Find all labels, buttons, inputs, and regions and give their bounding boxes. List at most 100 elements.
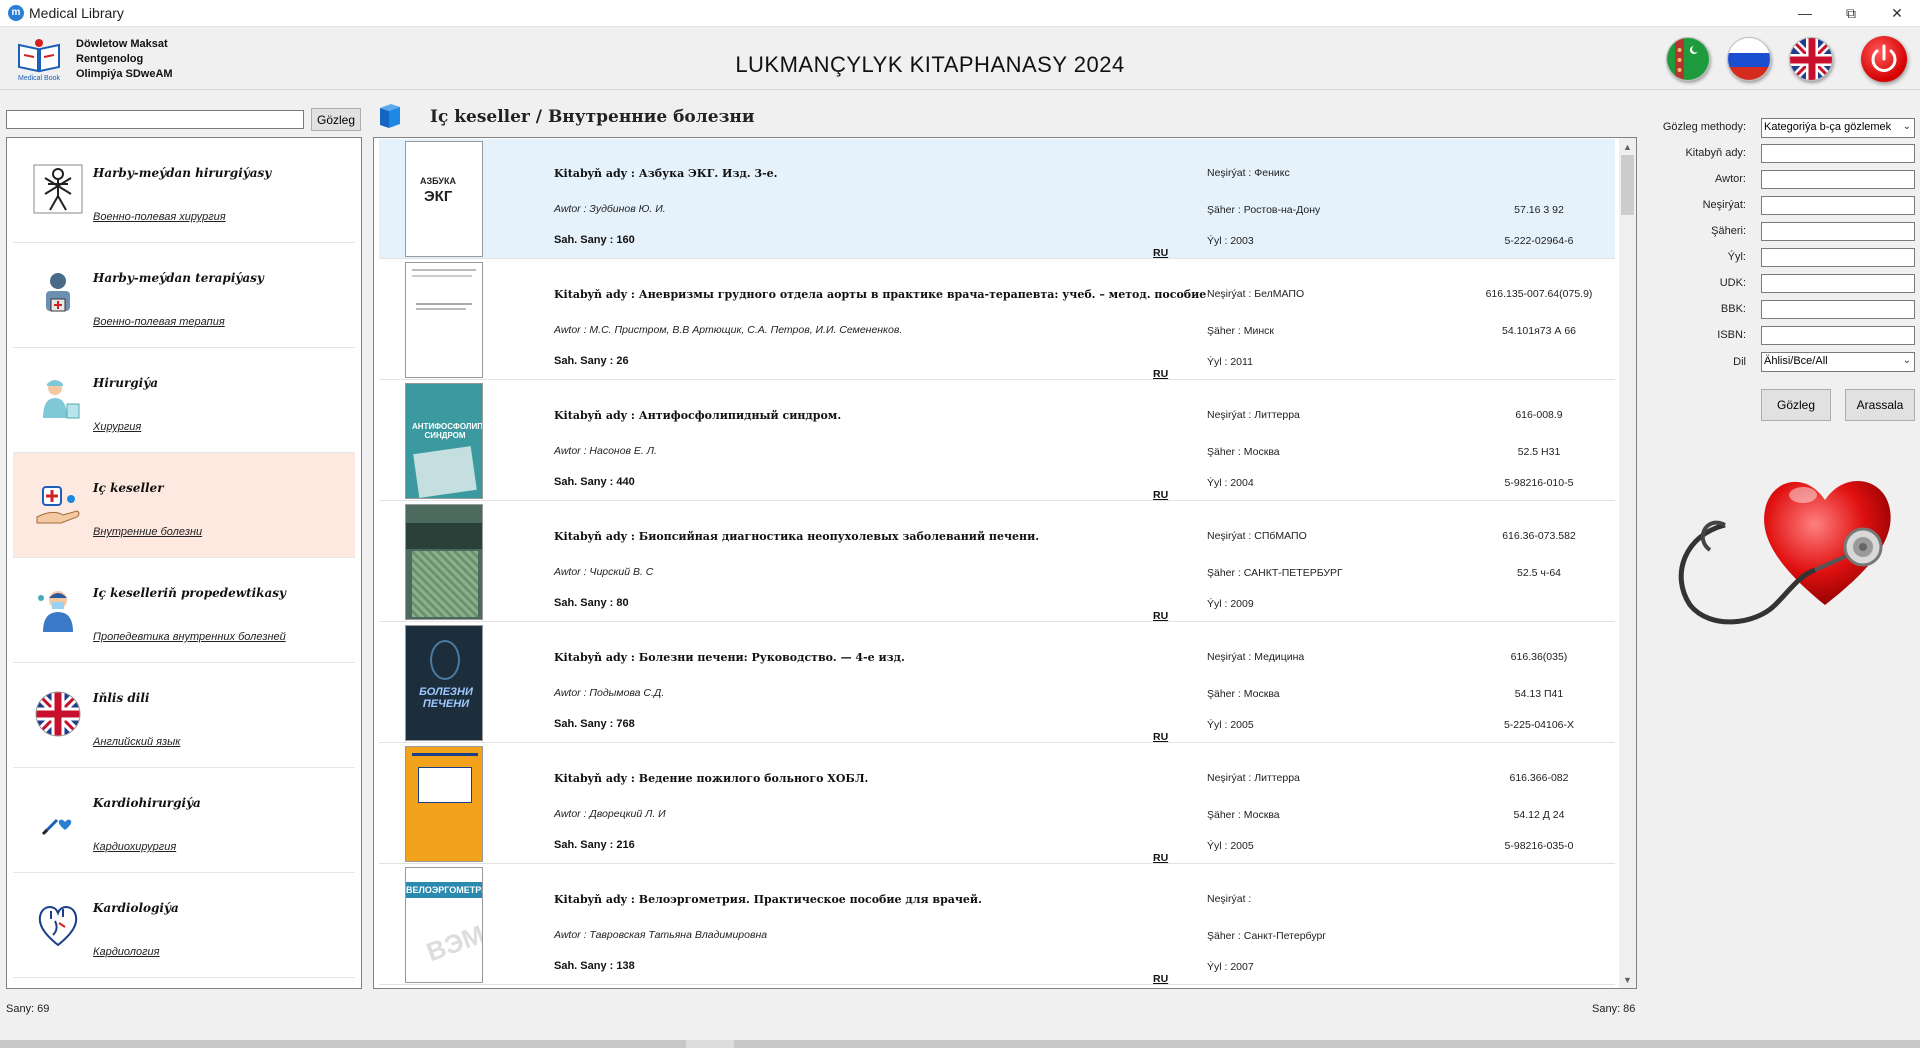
- publisher-label: Neşirýat:: [1702, 199, 1746, 211]
- power-button[interactable]: [1861, 36, 1907, 82]
- book-row[interactable]: БОЛЕЗНИ ПЕЧЕНИ Kitabyň ady : Болезни печен…: [379, 623, 1615, 743]
- russian-flag-button[interactable]: [1727, 37, 1771, 81]
- book-row[interactable]: Kitabyň ady : Ведение пожилого больного …: [379, 744, 1615, 864]
- book-language-link[interactable]: RU: [1153, 973, 1168, 985]
- category-subtitle-link[interactable]: Внутренние болезни: [93, 526, 202, 538]
- internal-medicine-icon: [33, 479, 83, 529]
- book-language-link[interactable]: RU: [1153, 731, 1168, 743]
- book-bbk: 52.5 ч-64: [1517, 567, 1561, 579]
- book-title: Kitabyň ady : Велоэргометрия. Практическ…: [554, 893, 982, 906]
- book-author: Awtor : Подымова С.Д.: [554, 687, 665, 699]
- category-subtitle-link[interactable]: Кардиология: [93, 946, 160, 958]
- book-udk: 616.135-007.64(075.9): [1485, 288, 1593, 300]
- book-count: Sany: 86: [1592, 1003, 1636, 1015]
- category-item[interactable]: Iňlis dili Английский язык: [13, 663, 355, 768]
- book-cover-image[interactable]: [405, 746, 483, 862]
- book-bbk: 52.5 Н31: [1517, 446, 1561, 458]
- category-subtitle-link[interactable]: Пропедевтика внутренних болезней: [93, 631, 286, 643]
- book-language-link[interactable]: RU: [1153, 368, 1168, 380]
- book-row[interactable]: Kitabyň ady : Аневризмы грудного отдела …: [379, 260, 1615, 380]
- isbn-input[interactable]: [1761, 326, 1915, 345]
- book-cover-image[interactable]: [405, 504, 483, 620]
- language-select[interactable]: Ählisi/Все/All ⌄: [1761, 352, 1915, 372]
- category-subtitle-link[interactable]: Военно-полевая терапия: [93, 316, 225, 328]
- app-title: LUKMANÇYLYK KITAPHANASY 2024: [735, 52, 1125, 77]
- book-publisher: Neşirýat : Феникс: [1207, 167, 1290, 179]
- book-cover-image[interactable]: ВЕЛОЭРГОМЕТРИЯВЭМ: [405, 867, 483, 983]
- minimize-button[interactable]: —: [1782, 0, 1828, 26]
- search-method-select[interactable]: Kategoriýa b-ça gözlemek ⌄: [1761, 118, 1915, 138]
- publisher-input[interactable]: [1761, 196, 1915, 215]
- category-subtitle-link[interactable]: Английский язык: [93, 736, 180, 748]
- book-author: Awtor : Тавровская Татьяна Владимировна: [554, 929, 768, 941]
- book-udk: 616.366-082: [1509, 772, 1569, 784]
- author-input[interactable]: [1761, 170, 1915, 189]
- category-subtitle-link[interactable]: Хирургия: [93, 421, 141, 433]
- book-city: Şäher : Ростов-на-Дону: [1207, 204, 1321, 216]
- language-label: Dil: [1733, 356, 1746, 368]
- book-bbk: 54.13 П41: [1514, 688, 1564, 700]
- book-publisher: Neşirýat : СПбМАПО: [1207, 530, 1307, 542]
- clear-button[interactable]: Arassala: [1845, 389, 1915, 421]
- book-pages: Sah. Sany : 216: [554, 839, 635, 851]
- scroll-down-button[interactable]: ▼: [1619, 971, 1636, 988]
- restore-button[interactable]: ⧉: [1828, 0, 1874, 26]
- category-item[interactable]: Iç keselleriň propedewtikasy Пропедевтика…: [13, 558, 355, 663]
- category-item[interactable]: Harby-meýdan terapiýasy Военно-полевая те…: [13, 243, 355, 348]
- category-title: Hirurgiýa: [93, 376, 158, 390]
- book-row[interactable]: Kitabyň ady : Биопсийная диагностика нео…: [379, 502, 1615, 622]
- book-cover-image[interactable]: АЗБУКА ЭКГ: [405, 141, 483, 257]
- book-list: АЗБУКА ЭКГ Kitabyň ady : Азбука ЭКГ. Изд. …: [373, 137, 1637, 989]
- book-row[interactable]: ВЕЛОЭРГОМЕТРИЯВЭМ Kitabyň ady : Велоэргом…: [379, 865, 1615, 985]
- window-title: Medical Library: [29, 5, 124, 21]
- category-item[interactable]: Kardiologiýa Кардиология: [13, 873, 355, 978]
- app-header: Medical Book Döwletow Maksat Rentgenolog…: [0, 26, 1920, 90]
- book-cover-image[interactable]: АНТИФОСФОЛИПИДНЫЙСИНДРОМ: [405, 383, 483, 499]
- book-list-scrollbar[interactable]: ▲ ▼: [1619, 138, 1636, 988]
- category-item[interactable]: Kardiohirurgiýa Кардиохирургия: [13, 768, 355, 873]
- book-author: Awtor : М.С. Пристром, В.В Артющик, С.А.…: [554, 324, 903, 336]
- book-city: Şäher : Москва: [1207, 809, 1280, 821]
- english-flag-button[interactable]: [1789, 37, 1833, 81]
- bbk-input[interactable]: [1761, 300, 1915, 319]
- close-button[interactable]: ✕: [1874, 0, 1920, 26]
- category-list: Harby-meýdan hirurgiýasy Военно-полевая х…: [6, 137, 362, 989]
- book-language-link[interactable]: RU: [1153, 852, 1168, 864]
- book-language-link[interactable]: RU: [1153, 489, 1168, 501]
- book-pages: Sah. Sany : 138: [554, 960, 635, 972]
- book-title-label: Kitabyň ady:: [1685, 147, 1746, 159]
- book-language-link[interactable]: RU: [1153, 247, 1168, 259]
- category-search-button[interactable]: Gözleg: [311, 108, 361, 131]
- heart-icon: [33, 899, 83, 949]
- book-author: Awtor : Чирский В. С: [554, 566, 654, 578]
- book-bbk: 57.16 3 92: [1514, 204, 1564, 216]
- category-title: Iç keselleriň propedewtikasy: [93, 586, 286, 600]
- book-year: Ýyl : 2011: [1207, 356, 1253, 368]
- book-title: Kitabyň ady : Биопсийная диагностика нео…: [554, 530, 1040, 543]
- search-button[interactable]: Gözleg: [1761, 389, 1831, 421]
- book-publisher: Neşirýat :: [1207, 893, 1252, 905]
- book-row[interactable]: АНТИФОСФОЛИПИДНЫЙСИНДРОМ Kitabyň ady : Ан…: [379, 381, 1615, 501]
- book-cover-image[interactable]: [405, 262, 483, 378]
- category-item[interactable]: Iç keseller Внутренние болезни: [13, 453, 355, 558]
- bbk-label: BBK:: [1720, 303, 1746, 315]
- category-subtitle-link[interactable]: Военно-полевая хирургия: [93, 211, 226, 223]
- city-label: Şäheri:: [1711, 225, 1746, 237]
- category-search-input[interactable]: [6, 110, 304, 129]
- category-subtitle-link[interactable]: Кардиохирургия: [93, 841, 176, 853]
- book-author: Awtor : Дворецкий Л. И: [554, 808, 666, 820]
- category-item[interactable]: Harby-meýdan hirurgiýasy Военно-полевая х…: [13, 138, 355, 243]
- book-language-link[interactable]: RU: [1153, 610, 1168, 622]
- book-publisher: Neşirýat : Медицина: [1207, 651, 1305, 663]
- year-input[interactable]: [1761, 248, 1915, 267]
- book-row[interactable]: АЗБУКА ЭКГ Kitabyň ady : Азбука ЭКГ. Изд. …: [379, 139, 1615, 259]
- udk-input[interactable]: [1761, 274, 1915, 293]
- book-cover-image[interactable]: БОЛЕЗНИ ПЕЧЕНИ: [405, 625, 483, 741]
- book-year: Ýyl : 2009: [1207, 598, 1254, 610]
- city-input[interactable]: [1761, 222, 1915, 241]
- category-item[interactable]: Hirurgiýa Хирургия: [13, 348, 355, 453]
- book-title-input[interactable]: [1761, 144, 1915, 163]
- uk-flag-icon: [1790, 38, 1832, 80]
- turkmen-flag-button[interactable]: [1666, 37, 1710, 81]
- book-icon: [380, 104, 400, 128]
